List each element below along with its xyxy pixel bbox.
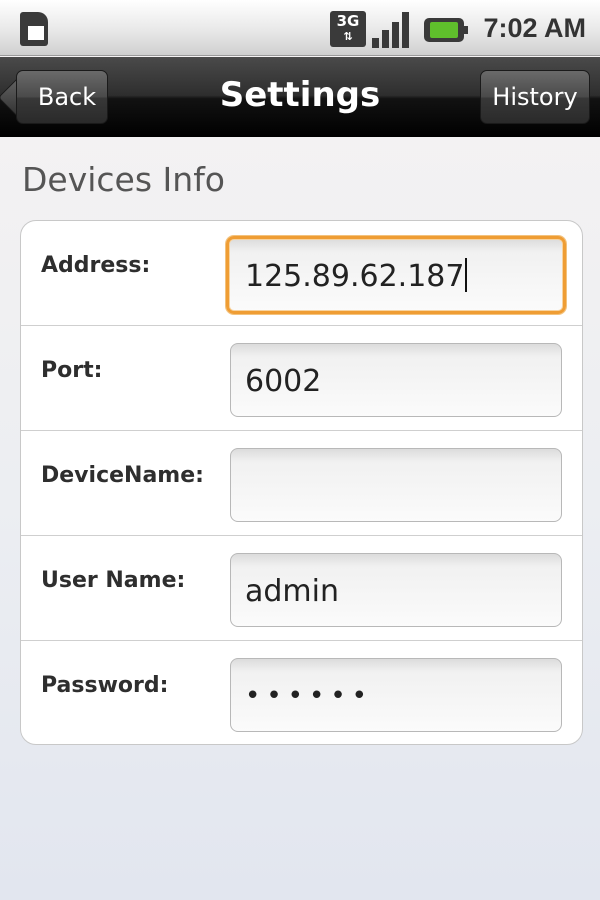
text-cursor xyxy=(465,258,468,292)
device-name-label: DeviceName: xyxy=(41,463,204,488)
title-bar: Back Settings History xyxy=(0,57,600,137)
password-field[interactable]: •••••• xyxy=(230,658,562,732)
history-button[interactable]: History xyxy=(480,70,590,124)
port-row: Port: 6002 xyxy=(21,326,582,431)
user-name-label: User Name: xyxy=(41,568,186,593)
sim-icon xyxy=(20,12,48,46)
address-field[interactable]: 125.89.62.187 xyxy=(226,236,566,314)
user-name-row: User Name: admin xyxy=(21,536,582,641)
address-label: Address: xyxy=(41,253,151,278)
3g-icon: 3G ⇅ xyxy=(330,11,366,47)
address-row: Address: 125.89.62.187 xyxy=(21,221,582,326)
port-label: Port: xyxy=(41,358,103,383)
port-field[interactable]: 6002 xyxy=(230,343,562,417)
device-name-field[interactable] xyxy=(230,448,562,522)
user-name-field[interactable]: admin xyxy=(230,553,562,627)
devices-info-form: Address: 125.89.62.187 Port: 6002 Device… xyxy=(20,220,583,745)
signal-icon xyxy=(372,12,412,48)
status-time: 7:02 AM xyxy=(483,13,586,43)
address-value: 125.89.62.187 xyxy=(245,259,465,294)
device-name-row: DeviceName: xyxy=(21,431,582,536)
password-label: Password: xyxy=(41,673,169,698)
section-title: Devices Info xyxy=(22,160,225,199)
battery-icon xyxy=(424,18,468,42)
status-bar: 3G ⇅ 7:02 AM xyxy=(0,0,600,56)
network-label: 3G xyxy=(336,12,360,30)
password-row: Password: •••••• xyxy=(21,641,582,744)
